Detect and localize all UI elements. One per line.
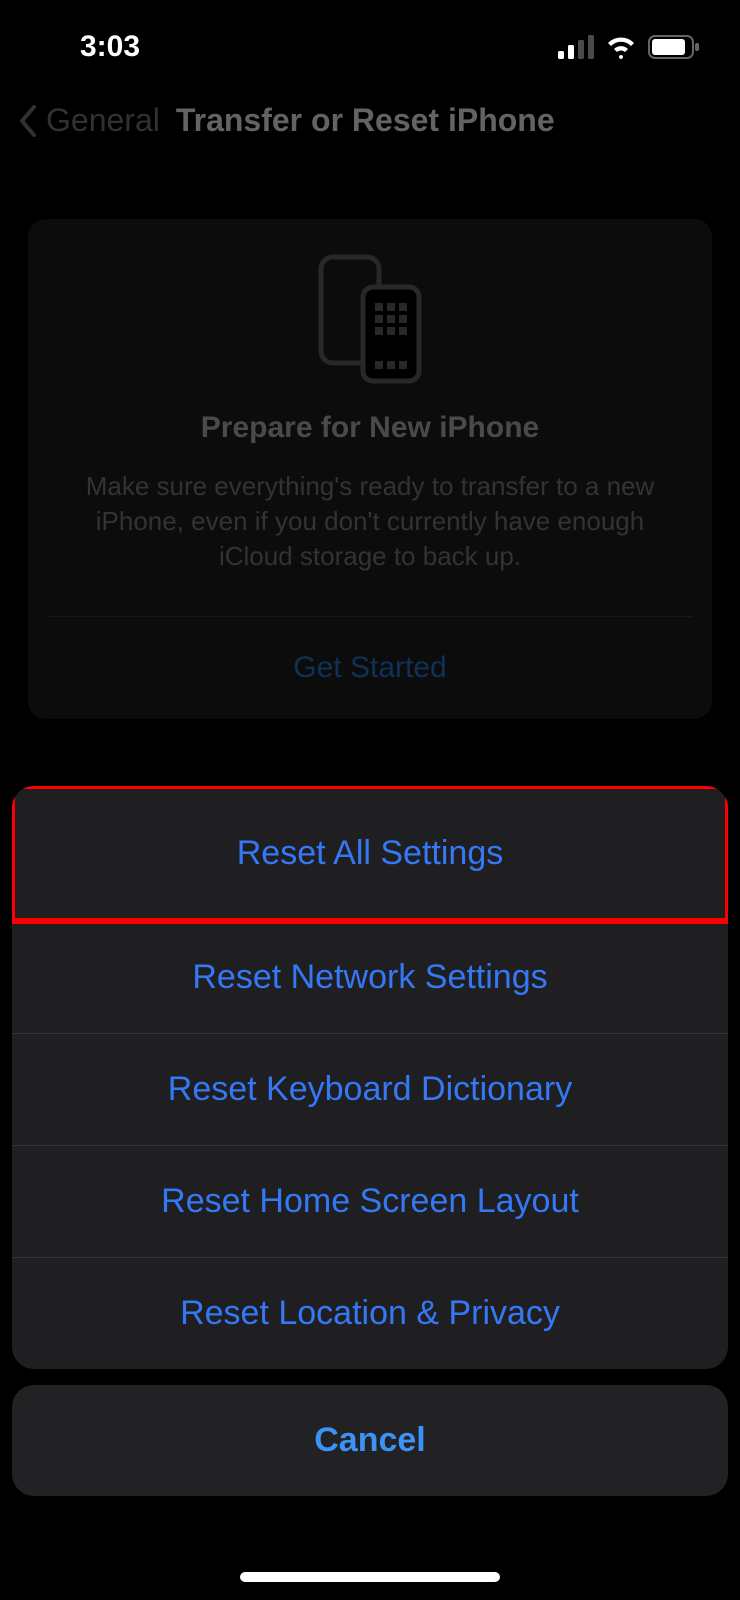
home-indicator[interactable]: [240, 1572, 500, 1582]
reset-all-settings-button[interactable]: Reset All Settings: [12, 786, 728, 921]
prepare-card: Prepare for New iPhone Make sure everyth…: [28, 219, 712, 719]
cellular-icon: [558, 35, 594, 59]
prepare-card-title: Prepare for New iPhone: [48, 411, 692, 445]
reset-options-group: Reset All Settings Reset Network Setting…: [12, 786, 728, 1369]
reset-action-sheet: Reset All Settings Reset Network Setting…: [12, 786, 728, 1496]
battery-icon: [648, 35, 700, 59]
status-bar: 3:03: [0, 0, 740, 80]
page-title: Transfer or Reset iPhone: [176, 102, 555, 139]
reset-location-privacy-button[interactable]: Reset Location & Privacy: [12, 1257, 728, 1369]
status-indicators: [558, 35, 700, 59]
cancel-button[interactable]: Cancel: [12, 1385, 728, 1496]
devices-icon: [48, 253, 692, 385]
prepare-card-description: Make sure everything's ready to transfer…: [48, 469, 692, 574]
get-started-button[interactable]: Get Started: [48, 617, 692, 719]
reset-home-screen-layout-button[interactable]: Reset Home Screen Layout: [12, 1145, 728, 1257]
reset-keyboard-dictionary-button[interactable]: Reset Keyboard Dictionary: [12, 1033, 728, 1145]
wifi-icon: [604, 35, 638, 59]
reset-network-settings-button[interactable]: Reset Network Settings: [12, 921, 728, 1033]
nav-bar: General Transfer or Reset iPhone: [0, 80, 740, 161]
back-button-label[interactable]: General: [46, 102, 160, 139]
status-time: 3:03: [80, 30, 140, 64]
back-chevron-icon[interactable]: [18, 105, 38, 137]
